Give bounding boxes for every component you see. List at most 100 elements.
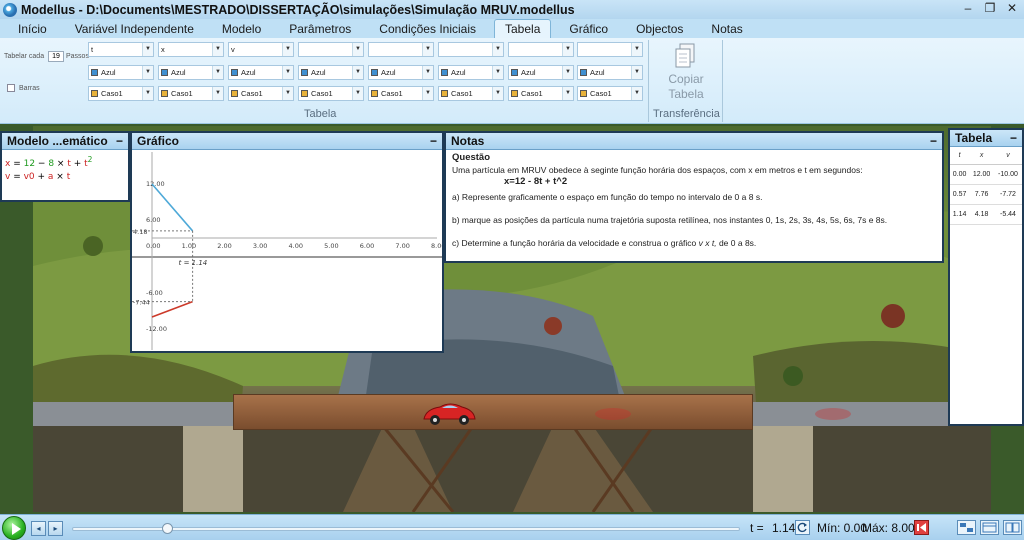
chevron-down-icon[interactable]: ▼ (562, 87, 573, 100)
minimize-icon[interactable]: − (430, 133, 437, 149)
chevron-down-icon[interactable]: ▼ (142, 43, 153, 56)
graph-canvas[interactable]: 0.001.002.003.004.005.006.007.008.0012.0… (132, 150, 445, 350)
graph-panel[interactable]: Gráfico − 0.00 1.00 2.00 3.00 4.00 5.00 6.00 7.… (130, 131, 445, 353)
tab-condicoes-iniciais[interactable]: Condições Iniciais (369, 20, 486, 38)
chevron-down-icon[interactable]: ▼ (212, 87, 223, 100)
table-panel-header[interactable]: Tabela − (950, 130, 1022, 147)
x-tick-label: 1.00 (182, 242, 196, 250)
column-variable-select[interactable]: ▼ (577, 42, 643, 57)
tab-objectos[interactable]: Objectos (626, 20, 693, 38)
minimize-icon[interactable]: − (1010, 130, 1017, 146)
column-case-select[interactable]: Caso1 ▼ (438, 86, 504, 101)
column-header: t (950, 147, 970, 165)
chevron-down-icon[interactable]: ▼ (422, 66, 433, 79)
barras-checkbox[interactable] (7, 84, 15, 92)
chevron-down-icon[interactable]: ▼ (142, 66, 153, 79)
x-tick-label: 7.00 (395, 242, 409, 250)
step-back-button[interactable]: ◂ (31, 521, 46, 536)
graph-panel-header[interactable]: Gráfico − (132, 133, 442, 150)
time-slider-handle[interactable] (162, 523, 174, 534)
table-panel[interactable]: Tabela − t x v 0.00 12.00 -10.00 0.57 7.… (948, 128, 1024, 426)
tab-parametros[interactable]: Parâmetros (279, 20, 361, 38)
close-icon[interactable]: ✕ (1004, 1, 1020, 15)
column-color-select[interactable]: Azul ▼ (577, 65, 643, 80)
window-layout-icon[interactable] (980, 520, 999, 535)
model-panel-header[interactable]: Modelo ...emático − (2, 133, 128, 150)
chevron-down-icon[interactable]: ▼ (352, 43, 363, 56)
play-button[interactable] (2, 516, 26, 540)
replay-icon[interactable] (795, 520, 810, 535)
column-case-select[interactable]: Caso1 ▼ (508, 86, 574, 101)
chevron-down-icon[interactable]: ▼ (212, 43, 223, 56)
chevron-down-icon[interactable]: ▼ (282, 87, 293, 100)
minimize-icon[interactable]: – (960, 1, 976, 15)
tab-variavel-independente[interactable]: Variável Independente (65, 20, 204, 38)
restore-icon[interactable]: ❐ (982, 1, 998, 15)
column-color-select[interactable]: Azul ▼ (368, 65, 434, 80)
chevron-down-icon[interactable]: ▼ (422, 43, 433, 56)
case-swatch-icon (441, 90, 448, 97)
red-car-object[interactable] (420, 401, 478, 427)
copy-table-icon[interactable] (674, 43, 696, 69)
column-color-value: Azul (241, 68, 256, 77)
column-case-select[interactable]: Caso1 ▼ (368, 86, 434, 101)
chevron-down-icon[interactable]: ▼ (212, 66, 223, 79)
tab-modelo[interactable]: Modelo (212, 20, 271, 38)
model-equations[interactable]: x = 12 − 8 × t + t2 v = v0 + a × t (2, 150, 128, 187)
column-color-select[interactable]: Azul ▼ (298, 65, 364, 80)
tab-notas[interactable]: Notas (701, 20, 752, 38)
layout-icon[interactable] (957, 520, 976, 535)
model-panel[interactable]: Modelo ...emático − x = 12 − 8 × t + t2 … (0, 131, 130, 202)
chevron-down-icon[interactable]: ▼ (282, 43, 293, 56)
minimize-icon[interactable]: − (930, 133, 937, 149)
step-forward-button[interactable]: ▸ (48, 521, 63, 536)
column-color-select[interactable]: Azul ▼ (438, 65, 504, 80)
chevron-down-icon[interactable]: ▼ (631, 43, 642, 56)
notes-text-area[interactable]: Questão Uma partícula em MRUV obedece à … (446, 150, 942, 251)
chevron-down-icon[interactable]: ▼ (631, 66, 642, 79)
column-variable-select[interactable]: ▼ (438, 42, 504, 57)
ghost-car-trail (815, 408, 851, 420)
reset-icon[interactable] (914, 520, 929, 535)
minimize-icon[interactable]: − (116, 133, 123, 149)
column-color-select[interactable]: Azul ▼ (508, 65, 574, 80)
chevron-down-icon[interactable]: ▼ (562, 66, 573, 79)
column-variable-select[interactable]: ▼ (508, 42, 574, 57)
chevron-down-icon[interactable]: ▼ (631, 87, 642, 100)
tabelar-steps-input[interactable]: 19 (48, 51, 64, 62)
chevron-down-icon[interactable]: ▼ (422, 87, 433, 100)
tab-grafico[interactable]: Gráfico (559, 20, 618, 38)
column-color-select[interactable]: Azul ▼ (88, 65, 154, 80)
column-case-select[interactable]: Caso1 ▼ (88, 86, 154, 101)
chevron-down-icon[interactable]: ▼ (492, 66, 503, 79)
eq2-t1: v0 (23, 172, 35, 182)
chevron-down-icon[interactable]: ▼ (142, 87, 153, 100)
tile-windows-icon[interactable] (1003, 520, 1022, 535)
chevron-down-icon[interactable]: ▼ (492, 87, 503, 100)
column-color-select[interactable]: Azul ▼ (228, 65, 294, 80)
notes-item-c-var: v x t, (698, 238, 717, 248)
copy-table-button[interactable]: Copiar Tabela (658, 72, 714, 102)
notes-panel-header[interactable]: Notas − (446, 133, 942, 150)
column-variable-select[interactable]: ▼ (298, 42, 364, 57)
column-case-select[interactable]: Caso1 ▼ (158, 86, 224, 101)
graph-panel-title: Gráfico (137, 134, 180, 148)
y-tick-label: 6.00 (146, 216, 160, 224)
column-variable-select[interactable]: t ▼ (88, 42, 154, 57)
chevron-down-icon[interactable]: ▼ (352, 87, 363, 100)
chevron-down-icon[interactable]: ▼ (492, 43, 503, 56)
column-case-select[interactable]: Caso1 ▼ (298, 86, 364, 101)
column-variable-select[interactable]: ▼ (368, 42, 434, 57)
column-variable-select[interactable]: x ▼ (158, 42, 224, 57)
chevron-down-icon[interactable]: ▼ (282, 66, 293, 79)
tab-inicio[interactable]: Início (8, 20, 57, 38)
column-case-select[interactable]: Caso1 ▼ (228, 86, 294, 101)
equation-x: x = 12 − 8 × t + t2 (5, 153, 125, 171)
chevron-down-icon[interactable]: ▼ (352, 66, 363, 79)
column-variable-select[interactable]: v ▼ (228, 42, 294, 57)
column-case-select[interactable]: Caso1 ▼ (577, 86, 643, 101)
chevron-down-icon[interactable]: ▼ (562, 43, 573, 56)
column-color-select[interactable]: Azul ▼ (158, 65, 224, 80)
notes-panel[interactable]: Notas − Questão Uma partícula em MRUV ob… (444, 131, 944, 263)
tab-tabela[interactable]: Tabela (494, 19, 552, 38)
